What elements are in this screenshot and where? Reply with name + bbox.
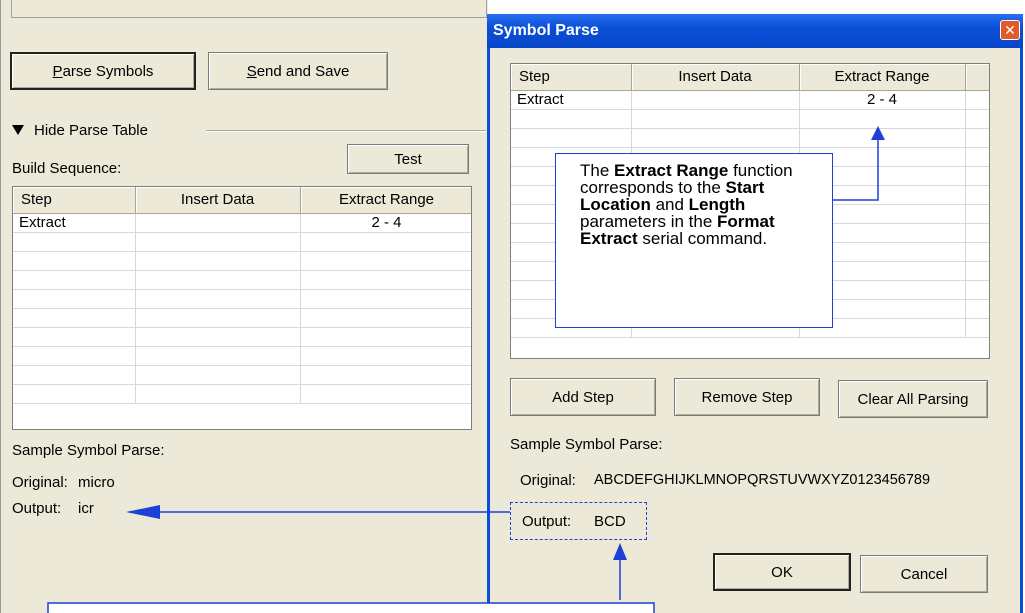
bottom-callout-edge <box>47 602 655 613</box>
callout-connector-line <box>833 140 879 201</box>
left-arrow-head-icon <box>126 505 160 519</box>
annotation-arrows <box>47 126 885 613</box>
up-arrow-head-icon <box>871 126 885 140</box>
bottom-up-arrow-head-icon <box>613 543 627 560</box>
